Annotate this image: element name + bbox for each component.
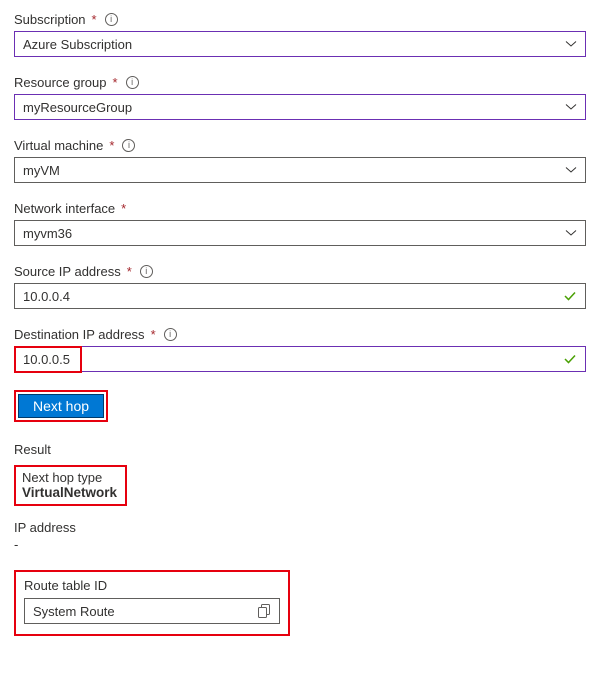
field-destination-ip: Destination IP address * i 10.0.0.5 [14, 327, 586, 372]
check-icon [563, 289, 577, 303]
chevron-down-icon [565, 227, 577, 239]
field-virtual-machine: Virtual machine * i myVM [14, 138, 586, 183]
required-asterisk: * [92, 12, 97, 27]
required-asterisk: * [127, 264, 132, 279]
copy-icon[interactable] [258, 604, 271, 618]
network-interface-select[interactable]: myvm36 [14, 220, 586, 246]
resource-group-select[interactable]: myResourceGroup [14, 94, 586, 120]
route-table-label: Route table ID [24, 578, 280, 593]
destination-ip-label-text: Destination IP address [14, 327, 145, 342]
next-hop-button[interactable]: Next hop [18, 394, 104, 418]
next-hop-type-label: Next hop type [22, 470, 117, 485]
subscription-select[interactable]: Azure Subscription [14, 31, 586, 57]
resource-group-value: myResourceGroup [23, 100, 132, 115]
virtual-machine-label-text: Virtual machine [14, 138, 103, 153]
subscription-value: Azure Subscription [23, 37, 132, 52]
required-asterisk: * [113, 75, 118, 90]
network-interface-label: Network interface * [14, 201, 586, 216]
destination-ip-row: 10.0.0.5 [14, 346, 586, 372]
virtual-machine-label: Virtual machine * i [14, 138, 586, 153]
info-icon[interactable]: i [105, 13, 118, 26]
next-hop-button-highlight: Next hop [14, 390, 108, 422]
next-hop-type-highlight: Next hop type VirtualNetwork [14, 465, 127, 506]
resource-group-label-text: Resource group [14, 75, 107, 90]
info-icon[interactable]: i [122, 139, 135, 152]
network-interface-value: myvm36 [23, 226, 72, 241]
source-ip-input[interactable]: 10.0.0.4 [14, 283, 586, 309]
chevron-down-icon [565, 164, 577, 176]
source-ip-label-text: Source IP address [14, 264, 121, 279]
route-table-highlight: Route table ID System Route [14, 570, 290, 636]
subscription-label: Subscription * i [14, 12, 586, 27]
network-interface-label-text: Network interface [14, 201, 115, 216]
chevron-down-icon [565, 101, 577, 113]
chevron-down-icon [565, 38, 577, 50]
route-table-value: System Route [33, 604, 115, 619]
destination-ip-input[interactable]: 10.0.0.5 [14, 346, 586, 372]
next-hop-type-value: VirtualNetwork [22, 485, 117, 500]
virtual-machine-value: myVM [23, 163, 60, 178]
subscription-label-text: Subscription [14, 12, 86, 27]
field-subscription: Subscription * i Azure Subscription [14, 12, 586, 57]
field-source-ip: Source IP address * i 10.0.0.4 [14, 264, 586, 309]
required-asterisk: * [109, 138, 114, 153]
field-resource-group: Resource group * i myResourceGroup [14, 75, 586, 120]
info-icon[interactable]: i [164, 328, 177, 341]
source-ip-label: Source IP address * i [14, 264, 586, 279]
destination-ip-value: 10.0.0.5 [23, 352, 70, 367]
field-network-interface: Network interface * myvm36 [14, 201, 586, 246]
info-icon[interactable]: i [126, 76, 139, 89]
required-asterisk: * [151, 327, 156, 342]
ip-address-section: IP address - [14, 520, 586, 552]
ip-address-label: IP address [14, 520, 586, 535]
check-icon [563, 352, 577, 366]
destination-ip-label: Destination IP address * i [14, 327, 586, 342]
result-heading: Result [14, 442, 586, 457]
route-table-input[interactable]: System Route [24, 598, 280, 624]
virtual-machine-select[interactable]: myVM [14, 157, 586, 183]
resource-group-label: Resource group * i [14, 75, 586, 90]
ip-address-value: - [14, 537, 586, 552]
info-icon[interactable]: i [140, 265, 153, 278]
source-ip-value: 10.0.0.4 [23, 289, 70, 304]
required-asterisk: * [121, 201, 126, 216]
